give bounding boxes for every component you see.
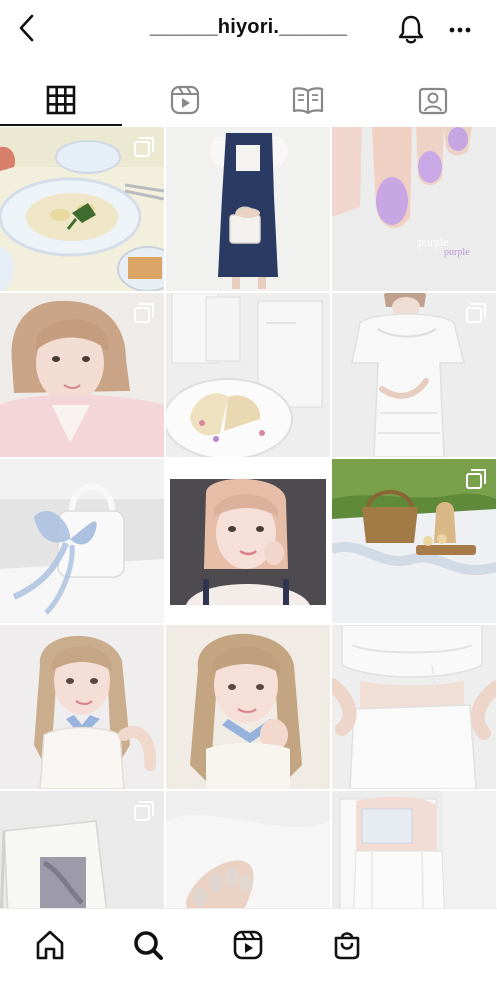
grid-icon <box>46 85 76 115</box>
multiple-posts-icon <box>134 303 154 323</box>
bottom-navigation <box>0 908 497 1000</box>
post-thumbnail[interactable] <box>0 791 164 908</box>
multiple-posts-icon <box>466 303 486 323</box>
post-thumbnail[interactable] <box>0 293 164 457</box>
reels-icon <box>170 85 200 115</box>
nav-search[interactable] <box>128 925 168 965</box>
post-thumbnail[interactable] <box>0 459 164 623</box>
post-thumbnail[interactable] <box>0 625 164 789</box>
home-icon <box>36 930 64 960</box>
multiple-posts-icon <box>134 137 154 157</box>
tab-guides[interactable] <box>278 80 338 120</box>
tab-reels[interactable] <box>155 80 215 120</box>
shop-bag-icon <box>334 932 360 960</box>
profile-tabs <box>0 72 497 126</box>
nav-shop[interactable] <box>327 925 367 965</box>
post-caption-purple-sub: purple <box>444 247 470 258</box>
bell-icon[interactable] <box>396 13 426 45</box>
post-thumbnail[interactable] <box>166 625 330 789</box>
profile-header: ______hiyori.______ <box>0 0 497 62</box>
guide-book-icon <box>292 87 324 115</box>
post-thumbnail[interactable]: purple purple <box>332 127 496 291</box>
nav-home[interactable] <box>30 925 70 965</box>
post-thumbnail[interactable] <box>332 791 496 908</box>
tab-tagged[interactable] <box>403 80 463 120</box>
tagged-person-icon <box>418 87 448 115</box>
selected-tab-indicator <box>0 124 122 126</box>
post-thumbnail[interactable] <box>166 127 330 291</box>
multiple-posts-icon <box>466 469 486 489</box>
post-thumbnail[interactable] <box>332 459 496 623</box>
nav-reels[interactable] <box>228 925 268 965</box>
more-dots-icon[interactable] <box>448 18 472 42</box>
multiple-posts-icon <box>134 801 154 821</box>
post-thumbnail[interactable] <box>0 127 164 291</box>
reels-icon <box>233 930 263 960</box>
post-thumbnail[interactable] <box>332 625 496 789</box>
search-icon <box>134 931 163 960</box>
posts-grid: purple purple <box>0 127 497 908</box>
post-thumbnail[interactable] <box>166 791 330 908</box>
post-thumbnail[interactable] <box>166 293 330 457</box>
post-thumbnail[interactable] <box>332 293 496 457</box>
post-thumbnail[interactable] <box>166 459 330 623</box>
tab-posts-grid[interactable] <box>31 80 91 120</box>
